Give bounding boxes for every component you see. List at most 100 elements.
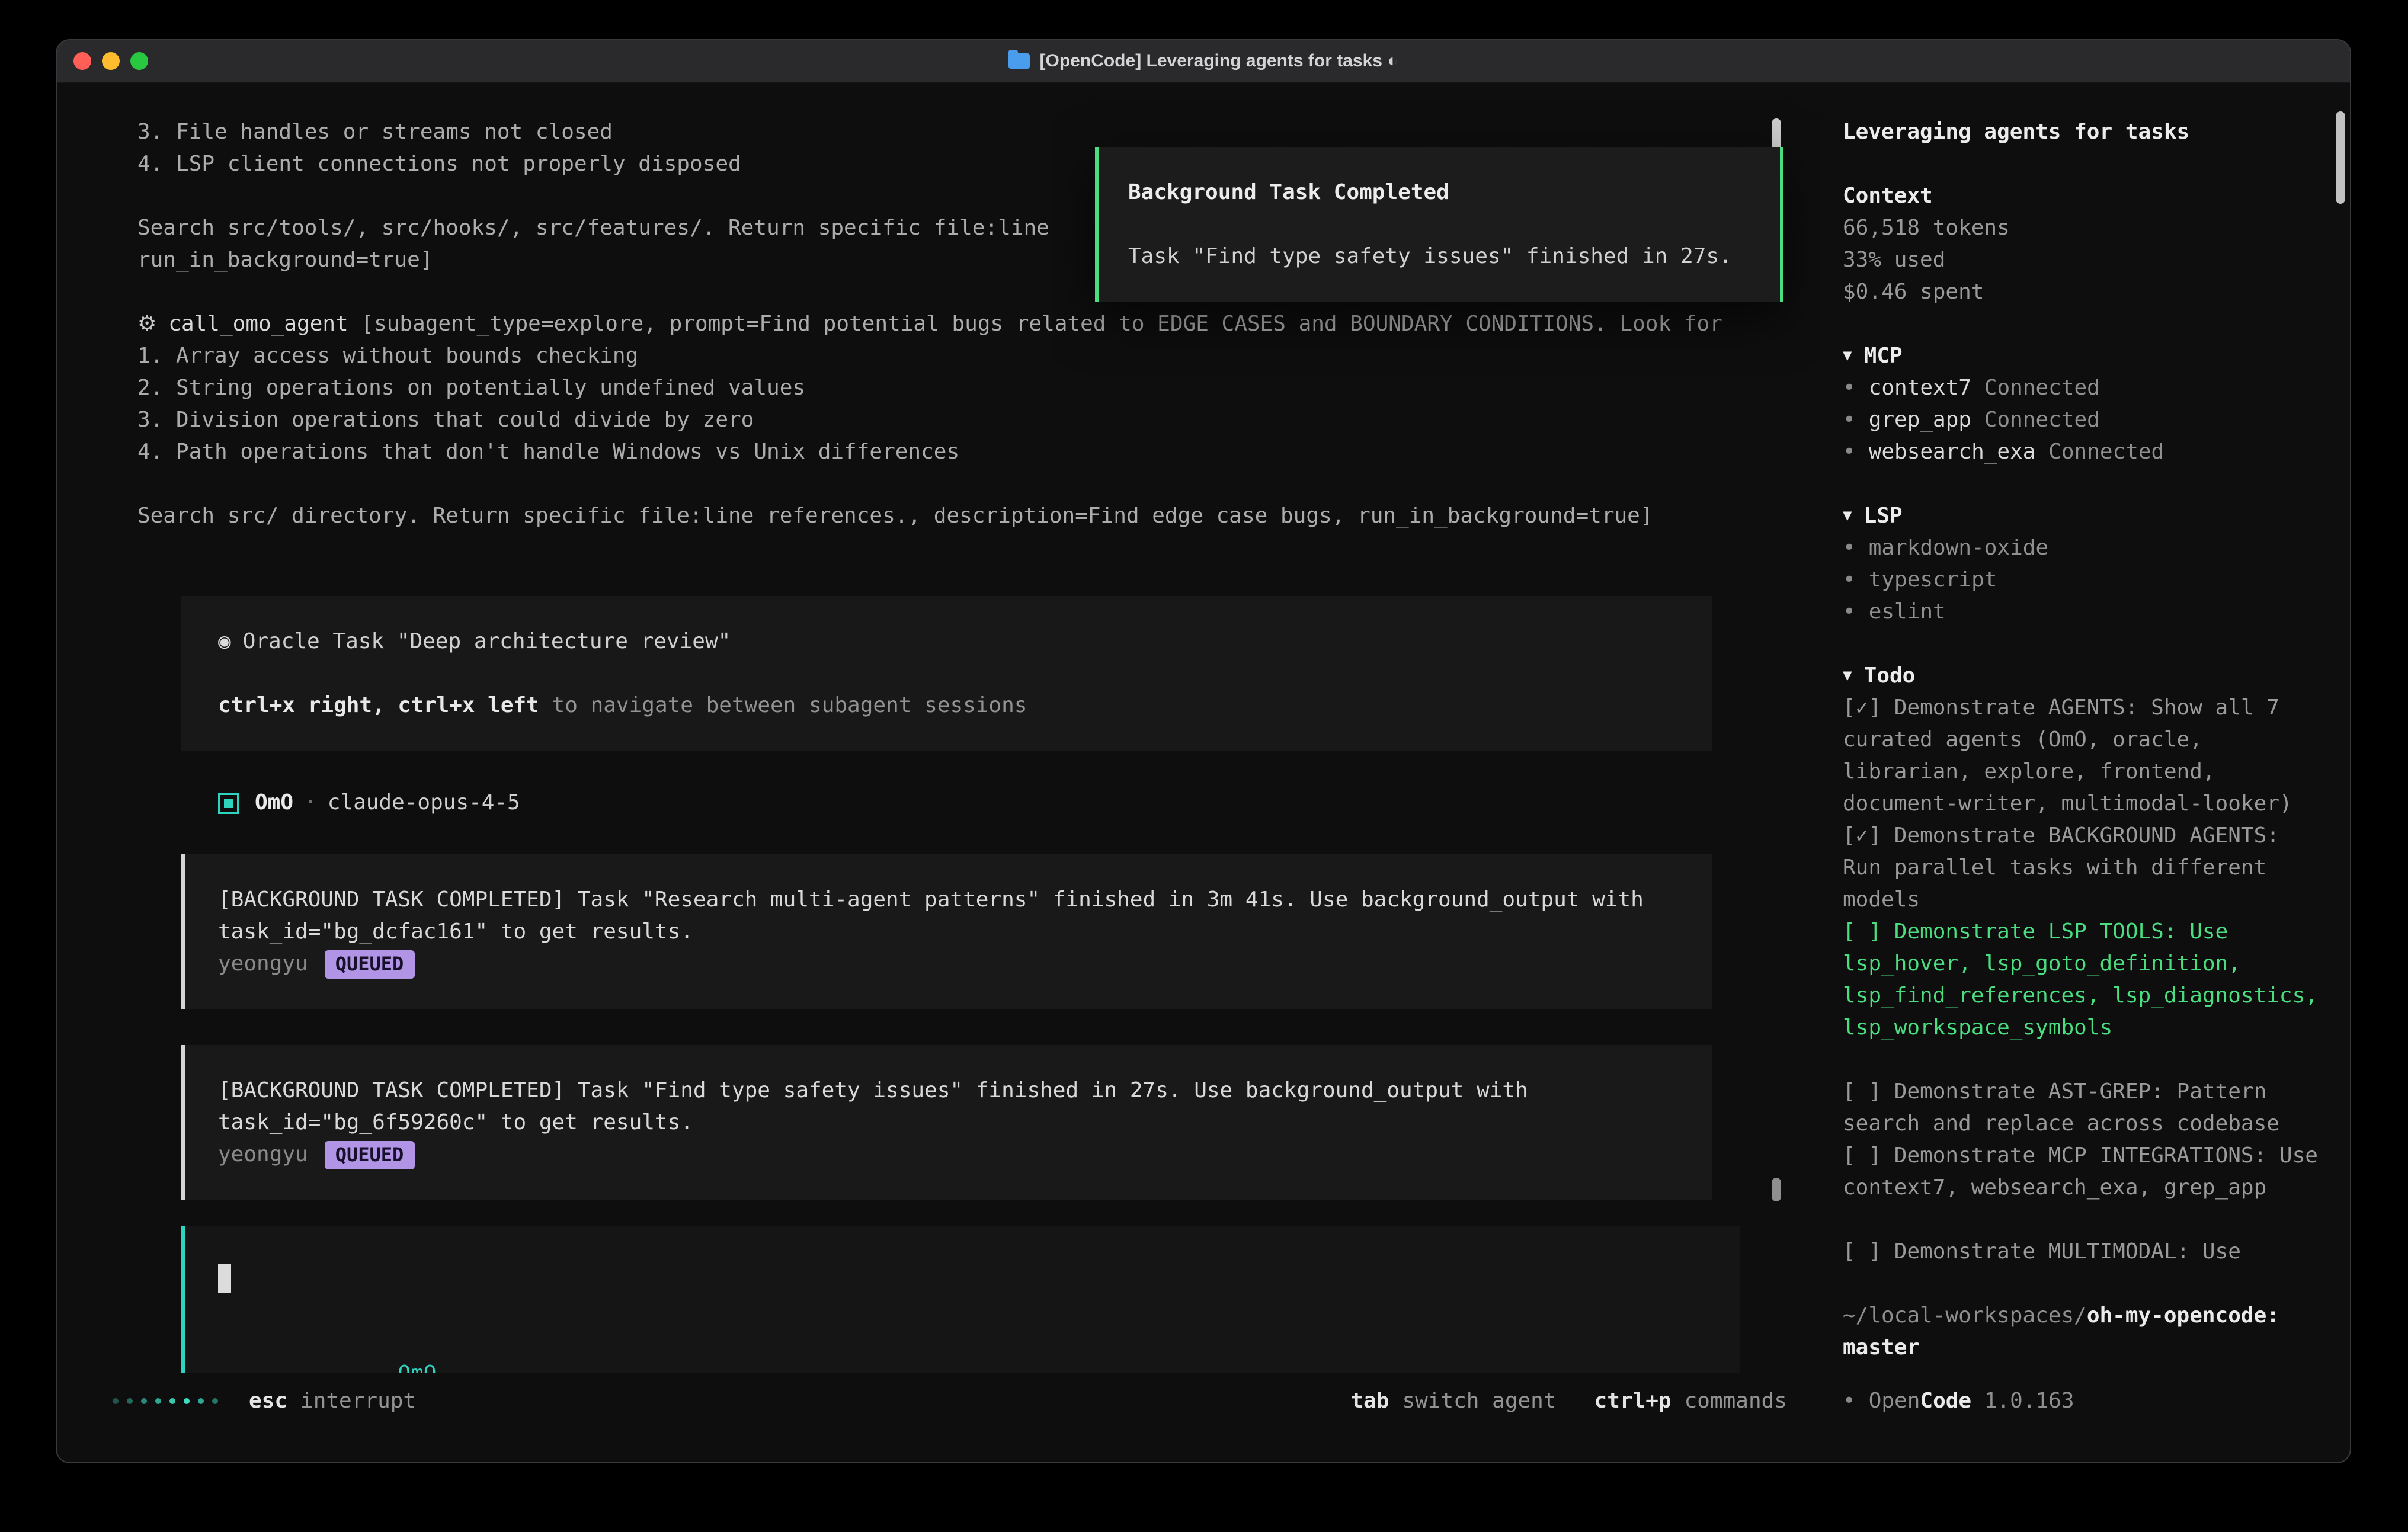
lsp-name: eslint [1869,600,1946,624]
folder-icon [1009,53,1030,69]
lsp-name: markdown-oxide [1869,536,2048,560]
esc-key: esc [249,1385,287,1417]
task-id-line: task_id="bg_dcfac161" to get results. [218,916,1689,948]
fisheye-icon: ◉ [218,629,231,654]
mcp-item: •context7 Connected [1843,372,2321,404]
esc-hint: escinterrupt [249,1385,416,1417]
queued-badge: QUEUED [325,950,415,978]
agent-header: OmO · claude-opus-4-5 [218,787,1772,819]
queued-badge: QUEUED [325,1140,415,1169]
author-name: yeongyu [218,948,308,980]
input-meta: OmO Opus 4.5 Anthropic [218,1326,1716,1358]
triangle-down-icon: ▼ [1843,500,1852,532]
sidebar: Leveraging agents for tasks Context 66,5… [1819,83,2350,1461]
tool-call-tail: Search src/ directory. Return specific f… [137,500,1772,532]
todo-section: ▼Todo [✓] Demonstrate AGENTS: Show all 7… [1843,660,2321,1268]
mcp-item: •grep_app Connected [1843,404,2321,436]
blank-line [1843,1044,2321,1076]
context-heading: Context [1843,180,2321,212]
agent-checkbox-icon [218,792,239,813]
status-bar: escinterrupt tabswitch agent ctrl+pcomma… [57,1373,1819,1461]
lsp-heading-label: LSP [1864,504,1903,528]
workspace-path: ~/local-workspaces/oh-my-opencode: maste… [1843,1300,2321,1364]
tool-call-line: ⚙ call_omo_agent [subagent_type=explore, … [137,308,1772,340]
subagent-hint-line: ctrl+x right, ctrl+x left to navigate be… [218,690,1689,722]
triangle-down-icon: ▼ [1843,660,1852,692]
mcp-heading-label: MCP [1864,344,1903,368]
agent-name: OmO [255,787,293,819]
gear-icon: ⚙ [137,312,156,336]
zoom-button[interactable] [130,52,148,70]
text-cursor-icon [218,1264,231,1293]
todo-item: [ ] Demonstrate MCP INTEGRATIONS: Use co… [1843,1140,2321,1204]
todo-item: [ ] Demonstrate MULTIMODAL: Use [1843,1236,2321,1268]
todo-item: [ ] Demonstrate LSP TOOLS: Use lsp_hover… [1843,916,2321,1044]
blank-line [137,468,1772,500]
lsp-item: •markdown-oxide [1843,532,2321,564]
task-completed-line: [BACKGROUND TASK COMPLETED] Task "Resear… [218,884,1689,916]
branch-name: master [1843,1332,2321,1364]
message-card: [BACKGROUND TASK COMPLETED] Task "Find t… [181,1045,1712,1200]
scrollbar-thumb[interactable] [1772,1178,1781,1201]
bullet-icon: • [1843,440,1856,464]
window-title-text: [OpenCode] Leveraging agents for tasks ◐ [1040,45,1398,77]
commands-hint: ctrl+pcommands [1594,1385,1787,1417]
window-title: [OpenCode] Leveraging agents for tasks ◐ [57,40,2350,82]
lsp-name: typescript [1869,568,1997,592]
hint-text: to navigate between subagent sessions [539,693,1027,718]
bullet-icon: • [1843,1389,1856,1414]
tab-hint: tabswitch agent [1350,1385,1556,1417]
close-button[interactable] [73,52,91,70]
lsp-item: • typescript [1843,564,2321,596]
prompt-input[interactable]: OmO Opus 4.5 Anthropic [181,1226,1740,1382]
sidebar-scrollbar-thumb[interactable] [2336,111,2345,204]
context-section: Context 66,518 tokens 33% used $0.46 spe… [1843,180,2321,308]
brand-code: Code [1920,1389,1971,1414]
tab-label: switch agent [1402,1385,1556,1417]
status-bar-right: tabswitch agent ctrl+pcommands [1350,1385,1787,1417]
todo-heading-label: Todo [1864,664,1916,688]
app-version: 1.0.163 [1984,1389,2074,1414]
oracle-title-line: ◉Oracle Task "Deep architecture review" [218,626,1689,658]
message-meta: yeongyu QUEUED [218,1139,1689,1171]
toast-notification: Background Task Completed Task "Find typ… [1095,147,1783,302]
window-body: 3. File handles or streams not closed 4.… [57,83,2350,1461]
terminal-line: 3. File handles or streams not closed [137,116,1772,148]
mcp-status: Connected [2048,440,2164,464]
mcp-name: context7 [1869,376,1971,400]
task-id-line: task_id="bg_6f59260c" to get results. [218,1107,1689,1139]
sidebar-footer: • OpenCode 1.0.163 [1843,1385,2074,1417]
tool-name: call_omo_agent [168,312,348,336]
mcp-name: websearch_exa [1869,440,2036,464]
sidebar-title: Leveraging agents for tasks [1843,116,2321,148]
triangle-down-icon: ▼ [1843,340,1852,372]
todo-heading[interactable]: ▼ Todo [1843,660,2321,692]
mcp-status: Connected [1984,408,2100,432]
oracle-task-panel: ◉Oracle Task "Deep architecture review" … [181,596,1712,751]
bullet-icon: • [1843,568,1856,592]
context-tokens: 66,518 tokens [1843,212,2321,244]
model-name: claude-opus-4-5 [328,787,520,819]
mcp-name: grep_app [1869,408,1971,432]
mcp-section: ▼MCP •context7 Connected •grep_app Conne… [1843,340,2321,468]
blank-line [218,658,1689,690]
traffic-lights [73,52,148,70]
blank-line [1128,209,1756,241]
toast-title: Background Task Completed [1128,177,1756,209]
main-terminal: 3. File handles or streams not closed 4.… [57,83,1819,1461]
lsp-section: ▼ LSP •markdown-oxide • typescript • eslint [1843,500,2321,628]
minimize-button[interactable] [102,52,120,70]
lsp-item: • eslint [1843,596,2321,628]
tool-call-list-item: 1. Array access without bounds checking [137,340,1772,372]
separator-dot: · [304,787,317,819]
screen: [OpenCode] Leveraging agents for tasks ◐… [0,0,2408,1532]
mcp-heading[interactable]: ▼ MCP [1843,340,2321,372]
titlebar: [OpenCode] Leveraging agents for tasks ◐ [57,40,2350,83]
workspace-repo: oh-my-opencode: [2087,1303,2279,1328]
message-card: [BACKGROUND TASK COMPLETED] Task "Resear… [181,854,1712,1009]
bullet-icon: • [1843,600,1856,624]
brand-open: Open [1869,1389,1920,1414]
tool-call-list-item: 2. String operations on potentially unde… [137,372,1772,404]
lsp-heading[interactable]: ▼ LSP [1843,500,2321,532]
tool-args: [subagent_type=explore, prompt=Find pote… [348,312,1722,336]
